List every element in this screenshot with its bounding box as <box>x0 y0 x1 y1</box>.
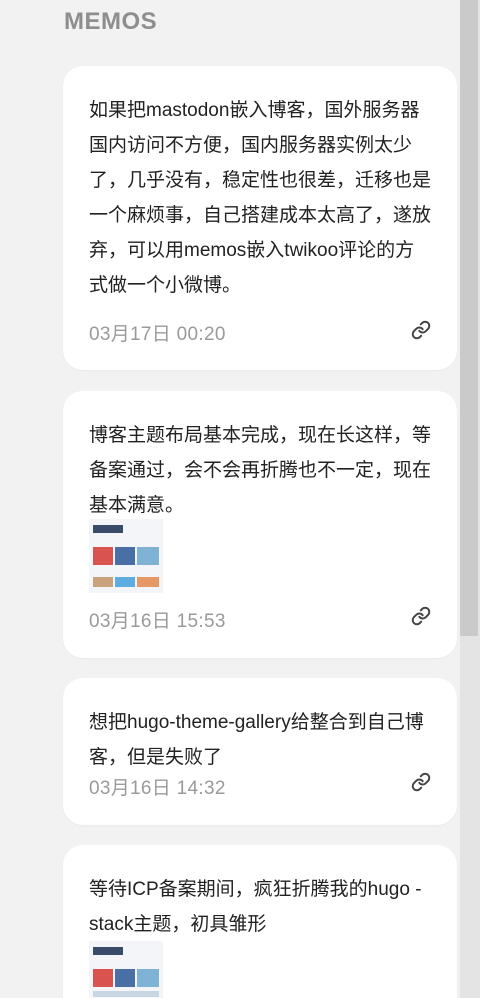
memo-card: 等待ICP备案期间，疯狂折腾我的hugo - stack主题，初具雏形 <box>63 845 457 998</box>
memo-date[interactable]: 03月16日 14:32 <box>89 773 226 800</box>
section-title: MEMOS <box>64 8 158 35</box>
memo-image[interactable] <box>89 941 163 998</box>
memo-text: 等待ICP备案期间，疯狂折腾我的hugo - stack主题，初具雏形 <box>89 879 422 935</box>
memos-page: MEMOS 如果把mastodon嵌入博客，国外服务器国内访问不方便，国内服务器… <box>0 0 480 998</box>
memo-card: 想把hugo-theme-gallery给整合到自己博客，但是失败了 03月16… <box>63 678 457 825</box>
memo-text: 想把hugo-theme-gallery给整合到自己博客，但是失败了 <box>89 712 424 768</box>
link-icon[interactable] <box>411 320 431 340</box>
memo-text: 博客主题布局基本完成，现在长这样，等备案通过，会不会再折腾也不一定，现在基本满意… <box>89 425 432 516</box>
link-icon[interactable] <box>411 772 431 792</box>
scrollbar-thumb[interactable] <box>460 0 478 636</box>
memo-date[interactable]: 03月17日 00:20 <box>89 319 226 346</box>
memo-card: 如果把mastodon嵌入博客，国外服务器国内访问不方便，国内服务器实例太少了，… <box>63 66 457 370</box>
memo-date[interactable]: 03月16日 15:53 <box>89 606 226 633</box>
memo-text: 如果把mastodon嵌入博客，国外服务器国内访问不方便，国内服务器实例太少了，… <box>89 100 432 296</box>
link-icon[interactable] <box>411 606 431 626</box>
memo-image[interactable] <box>89 519 163 593</box>
memo-card: 博客主题布局基本完成，现在长这样，等备案通过，会不会再折腾也不一定，现在基本满意… <box>63 391 457 658</box>
